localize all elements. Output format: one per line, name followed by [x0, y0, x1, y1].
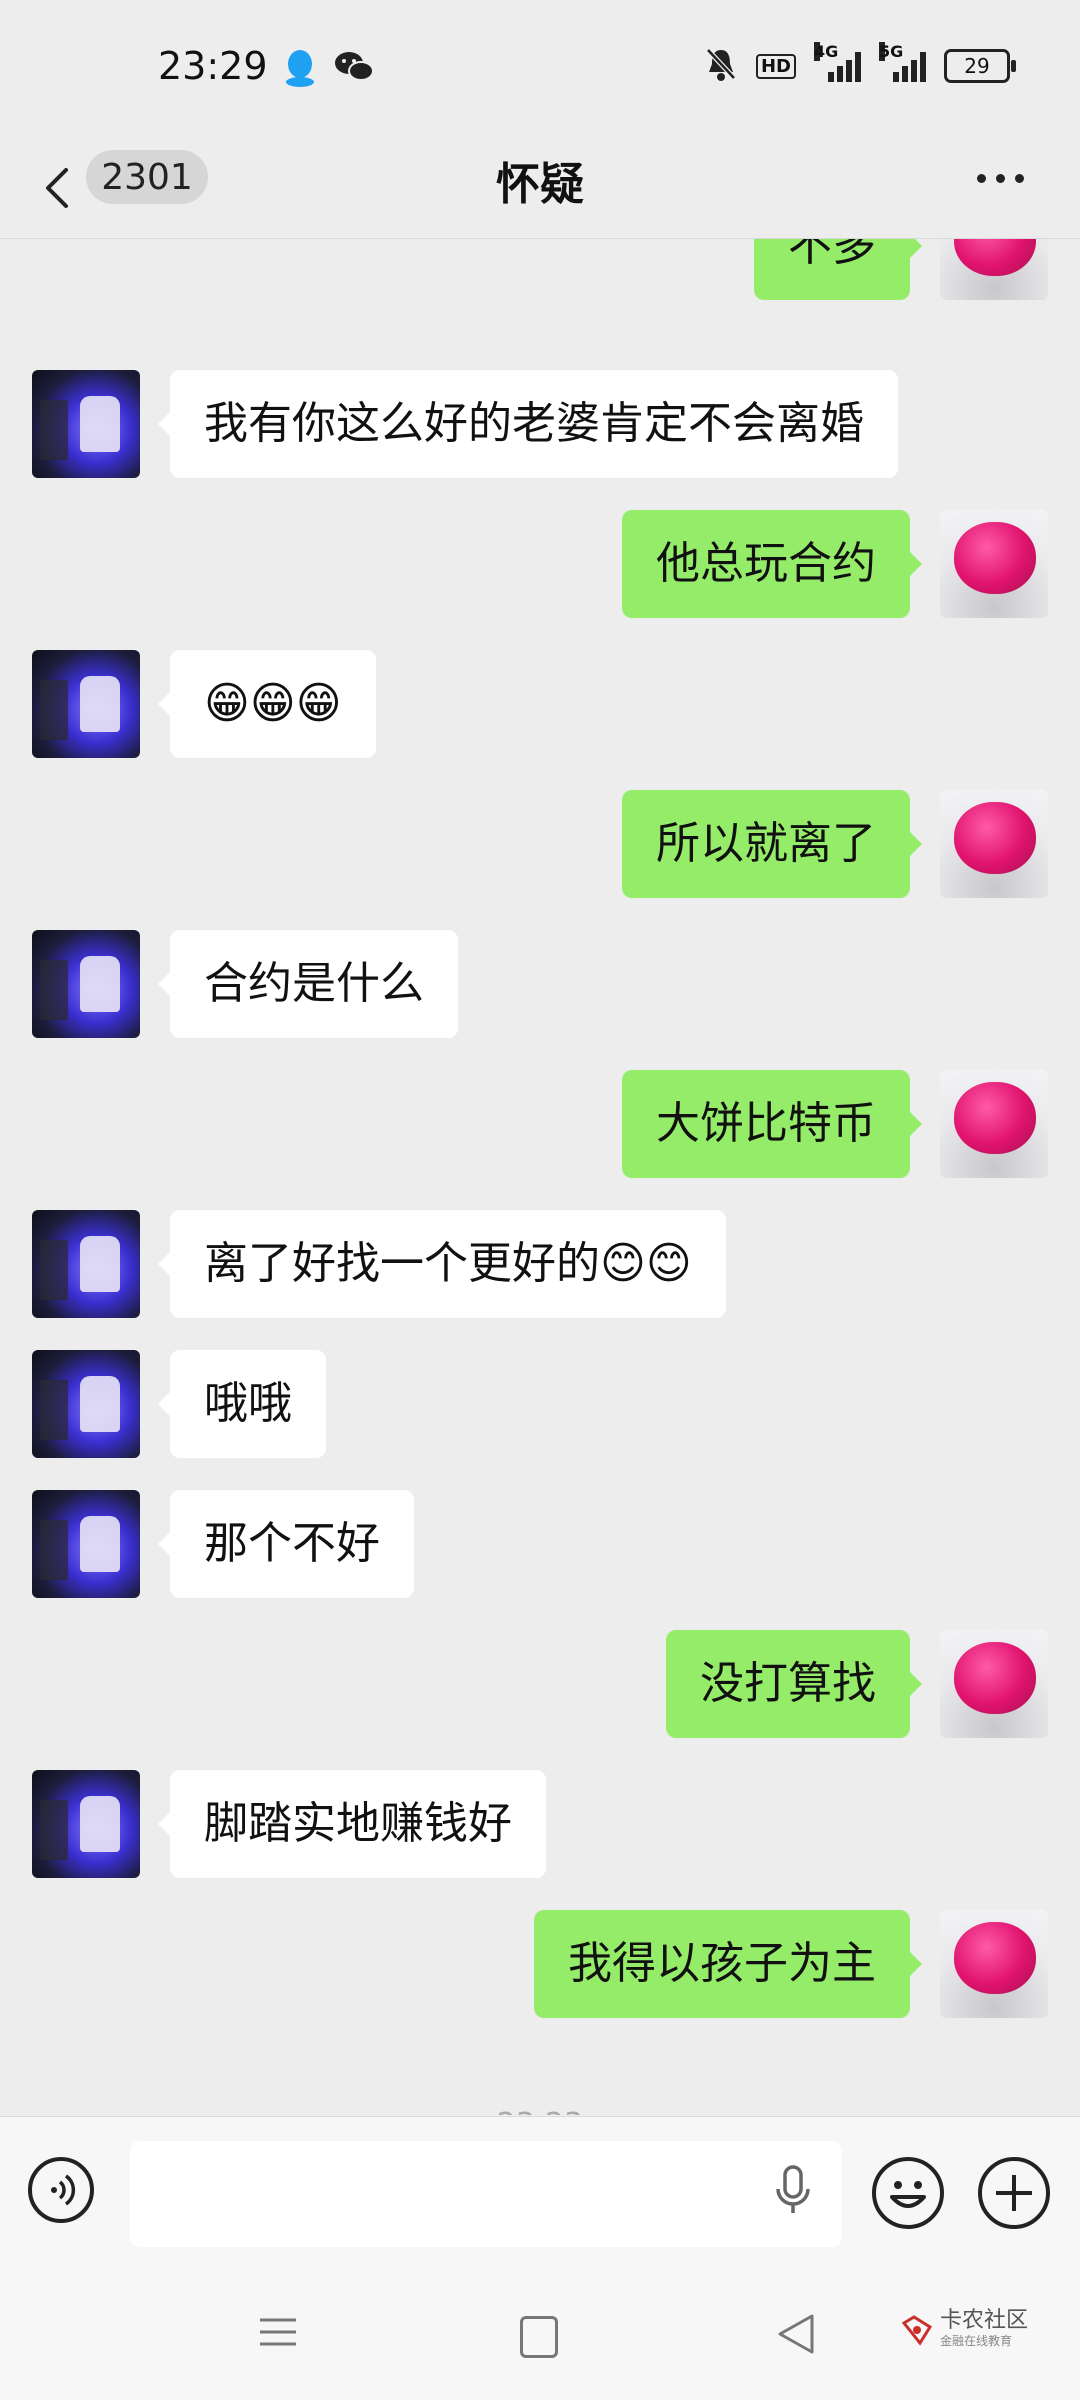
message-row: 没打算找	[32, 1630, 1048, 1738]
system-nav-bar: 卡农社区 金融在线教育	[0, 2256, 1080, 2400]
my-avatar[interactable]	[940, 1630, 1048, 1738]
message-row: 我得以孩子为主	[32, 1910, 1048, 2018]
contact-avatar[interactable]	[32, 650, 140, 758]
message-row: 离了好找一个更好的😊😊	[32, 1210, 1048, 1318]
message-bubble[interactable]: 脚踏实地赚钱好	[158, 1770, 546, 1878]
my-avatar[interactable]	[940, 1070, 1048, 1178]
message-row: 合约是什么	[32, 930, 1048, 1038]
emoji-button[interactable]	[872, 2157, 944, 2229]
contact-avatar[interactable]	[32, 1210, 140, 1318]
contact-avatar[interactable]	[32, 1490, 140, 1598]
status-icons: HD 4G 5G 29	[704, 42, 1016, 86]
plus-icon	[996, 2175, 1032, 2211]
message-bubble[interactable]: 大饼比特币	[622, 1070, 922, 1178]
voice-wave-icon	[51, 2174, 76, 2206]
nav-home-icon[interactable]	[520, 2316, 558, 2358]
message-input[interactable]	[130, 2141, 842, 2247]
message-list[interactable]: 不多 我有你这么好的老婆肯定不会离婚 他总玩合约 😁😁😁 所以就离了 合约是什么…	[0, 239, 1080, 2115]
message-bubble[interactable]: 不多	[754, 239, 922, 300]
contact-avatar[interactable]	[32, 930, 140, 1038]
battery-level: 29	[964, 54, 990, 78]
smiley-icon	[890, 2181, 926, 2208]
my-avatar[interactable]	[940, 790, 1048, 898]
qq-icon	[282, 48, 318, 92]
message-timestamp: 23:23	[0, 2107, 1080, 2115]
watermark-sub: 金融在线教育	[940, 2334, 1013, 2348]
message-row: 我有你这么好的老婆肯定不会离婚	[32, 370, 1048, 478]
message-bubble[interactable]: 他总玩合约	[622, 510, 922, 618]
battery-icon: 29	[944, 49, 1016, 83]
contact-avatar[interactable]	[32, 1770, 140, 1878]
message-row: 他总玩合约	[32, 510, 1048, 618]
signal-4g-icon: 4G	[814, 42, 861, 82]
message-row: 所以就离了	[32, 790, 1048, 898]
microphone-icon[interactable]	[772, 2163, 814, 2223]
kanong-logo-icon	[901, 2314, 933, 2346]
watermark-logo: 卡农社区 金融在线教育	[900, 2310, 1028, 2349]
message-bubble[interactable]: 合约是什么	[158, 930, 458, 1038]
contact-avatar[interactable]	[32, 370, 140, 478]
message-bubble[interactable]: 没打算找	[666, 1630, 922, 1738]
message-bubble[interactable]: 😁😁😁	[158, 650, 376, 758]
contact-avatar[interactable]	[32, 1350, 140, 1458]
nav-menu-icon[interactable]	[258, 2312, 298, 2356]
hd-icon: HD	[755, 53, 796, 79]
message-bubble[interactable]: 那个不好	[158, 1490, 414, 1598]
input-bar	[0, 2116, 1080, 2257]
message-row: 脚踏实地赚钱好	[32, 1770, 1048, 1878]
message-bubble[interactable]: 我有你这么好的老婆肯定不会离婚	[158, 370, 898, 478]
voice-input-button[interactable]	[28, 2157, 94, 2223]
message-bubble[interactable]: 我得以孩子为主	[534, 1910, 922, 2018]
message-bubble[interactable]: 所以就离了	[622, 790, 922, 898]
wechat-icon	[334, 50, 374, 88]
network-5g-label: 5G	[879, 42, 904, 61]
my-avatar[interactable]	[940, 239, 1048, 300]
plus-button[interactable]	[978, 2157, 1050, 2229]
status-bar: 23:29 HD 4G 5G 29	[0, 0, 1080, 138]
chat-title: 怀疑	[496, 159, 584, 210]
message-row: 那个不好	[32, 1490, 1048, 1598]
network-4g-label: 4G	[814, 42, 839, 61]
more-options-icon[interactable]	[977, 174, 1024, 183]
watermark-brand: 卡农社区	[940, 2308, 1029, 2333]
message-row: 大饼比特币	[32, 1070, 1048, 1178]
message-bubble[interactable]: 哦哦	[158, 1350, 326, 1458]
my-avatar[interactable]	[940, 1910, 1048, 2018]
message-row: 不多	[32, 239, 1048, 300]
chat-header: 2301 怀疑	[0, 138, 1080, 239]
signal-5g-icon: 5G	[879, 42, 926, 82]
status-time: 23:29	[158, 44, 268, 88]
mute-bell-icon	[704, 46, 738, 86]
my-avatar[interactable]	[940, 510, 1048, 618]
message-row: 😁😁😁	[32, 650, 1048, 758]
nav-back-icon[interactable]	[776, 2312, 816, 2360]
message-bubble[interactable]: 离了好找一个更好的😊😊	[158, 1210, 726, 1318]
message-row: 哦哦	[32, 1350, 1048, 1458]
